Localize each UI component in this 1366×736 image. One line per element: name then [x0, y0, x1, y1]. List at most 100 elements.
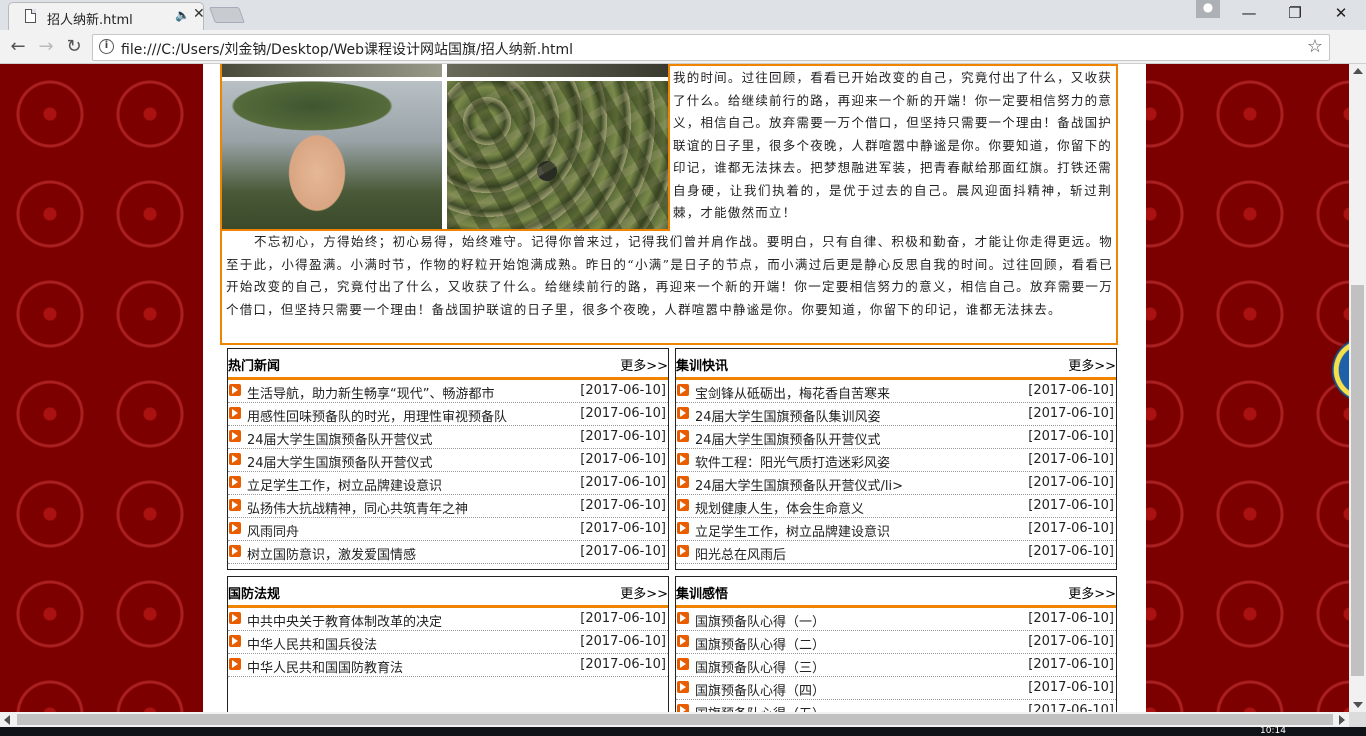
- arrow-bullet-icon: [229, 499, 241, 511]
- info-icon[interactable]: i: [99, 39, 114, 54]
- news-link[interactable]: 规划健康人生，体会生命意义: [695, 498, 864, 517]
- news-link[interactable]: 国旗预备队心得（一）: [695, 611, 825, 630]
- list-item[interactable]: 阳光总在风雨后 [2017-06-10]: [676, 541, 1116, 564]
- news-link[interactable]: 中华人民共和国兵役法: [247, 634, 377, 653]
- scroll-up-icon[interactable]: [1353, 68, 1363, 74]
- news-link[interactable]: 阳光总在风雨后: [695, 544, 786, 563]
- window-close-icon[interactable]: ✕: [1326, 4, 1356, 22]
- scroll-left-icon[interactable]: [4, 715, 10, 725]
- list-item[interactable]: 24届大学生国旗预备队集训风姿 [2017-06-10]: [676, 403, 1116, 426]
- list-item[interactable]: 国旗预备队心得（五） [2017-06-10]: [676, 700, 1116, 712]
- more-link[interactable]: 更多>>: [1068, 355, 1116, 374]
- minimize-icon[interactable]: —: [1234, 4, 1264, 22]
- news-link[interactable]: 24届大学生国旗预备队开营仪式: [247, 452, 433, 471]
- list-item[interactable]: 中共中央关于教育体制改革的决定 [2017-06-10]: [228, 608, 668, 631]
- scroll-right-icon[interactable]: [1339, 715, 1345, 725]
- horizontal-scrollbar[interactable]: [0, 712, 1349, 727]
- arrow-bullet-icon: [229, 658, 241, 670]
- list-item[interactable]: 24届大学生国旗预备队开营仪式 [2017-06-10]: [228, 426, 668, 449]
- list-item[interactable]: 国旗预备队心得（二） [2017-06-10]: [676, 631, 1116, 654]
- news-date: [2017-06-10]: [1028, 406, 1114, 421]
- new-tab-button[interactable]: [209, 7, 245, 23]
- hot-news-box: 热门新闻 更多>> 生活导航，助力新生畅享“现代”、畅游都市 [2017-06-10]…: [227, 348, 669, 570]
- scroll-down-icon[interactable]: [1353, 702, 1363, 708]
- training-thoughts-box: 集训感悟 更多>> 国旗预备队心得（一） [2017-06-10] 国旗预备队心得（二）…: [675, 576, 1117, 712]
- news-date: [2017-06-10]: [580, 521, 666, 536]
- news-link[interactable]: 立足学生工作，树立品牌建设意识: [695, 521, 890, 540]
- news-date: [2017-06-10]: [580, 383, 666, 398]
- page-icon: [25, 9, 36, 23]
- tab-title: 招人纳新.html: [47, 13, 133, 28]
- list-item[interactable]: 国旗预备队心得（三） [2017-06-10]: [676, 654, 1116, 677]
- taskbar: 10:14: [0, 727, 1366, 736]
- news-link[interactable]: 生活导航，助力新生畅享“现代”、畅游都市: [247, 383, 494, 402]
- scrollbar-corner: [1349, 712, 1366, 727]
- news-date: [2017-06-10]: [580, 611, 666, 626]
- forward-icon[interactable]: →: [34, 36, 58, 57]
- reload-icon[interactable]: ↻: [62, 36, 86, 57]
- news-link[interactable]: 树立国防意识，激发爱国情感: [247, 544, 416, 563]
- back-icon[interactable]: ←: [6, 36, 30, 57]
- news-link[interactable]: 24届大学生国旗预备队开营仪式: [247, 429, 433, 448]
- list-item[interactable]: 宝剑锋从砥砺出，梅花香自苦寒来 [2017-06-10]: [676, 380, 1116, 403]
- list-item[interactable]: 立足学生工作，树立品牌建设意识 [2017-06-10]: [228, 472, 668, 495]
- list-item[interactable]: 软件工程：阳光气质打造迷彩风姿 [2017-06-10]: [676, 449, 1116, 472]
- news-link[interactable]: 24届大学生国旗预备队集训风姿: [695, 406, 881, 425]
- list-item[interactable]: 规划健康人生，体会生命意义 [2017-06-10]: [676, 495, 1116, 518]
- more-link[interactable]: 更多>>: [1068, 583, 1116, 602]
- news-link[interactable]: 中共中央关于教育体制改革的决定: [247, 611, 442, 630]
- news-date: [2017-06-10]: [1028, 703, 1114, 712]
- speaker-icon[interactable]: 🔈: [175, 8, 190, 22]
- arrow-bullet-icon: [677, 635, 689, 647]
- news-link[interactable]: 宝剑锋从砥砺出，梅花香自苦寒来: [695, 383, 890, 402]
- horizontal-scroll-thumb[interactable]: [17, 714, 1333, 725]
- news-date: [2017-06-10]: [1028, 634, 1114, 649]
- news-link[interactable]: 国旗预备队心得（三）: [695, 657, 825, 676]
- vertical-scrollbar[interactable]: [1349, 64, 1366, 712]
- news-link[interactable]: 国旗预备队心得（四）: [695, 680, 825, 699]
- list-item[interactable]: 树立国防意识，激发爱国情感 [2017-06-10]: [228, 541, 668, 564]
- box-header: 集训感悟 更多>>: [676, 577, 1116, 608]
- news-link[interactable]: 弘扬伟大抗战精神，同心共筑青年之神: [247, 498, 468, 517]
- news-link[interactable]: 国旗预备队心得（五）: [695, 703, 825, 712]
- vertical-scroll-thumb[interactable]: [1351, 285, 1364, 676]
- list-item[interactable]: 生活导航，助力新生畅享“现代”、畅游都市 [2017-06-10]: [228, 380, 668, 403]
- more-link[interactable]: 更多>>: [620, 355, 668, 374]
- news-link[interactable]: 软件工程：阳光气质打造迷彩风姿: [695, 452, 890, 471]
- list-item[interactable]: 中华人民共和国国防教育法 [2017-06-10]: [228, 654, 668, 677]
- list-item[interactable]: 24届大学生国旗预备队开营仪式/li> [2017-06-10]: [676, 472, 1116, 495]
- close-tab-icon[interactable]: ✕: [193, 6, 205, 22]
- arrow-bullet-icon: [229, 453, 241, 465]
- soldier-portrait-photo: [222, 81, 442, 229]
- news-date: [2017-06-10]: [580, 657, 666, 672]
- list-item[interactable]: 24届大学生国旗预备队开营仪式 [2017-06-10]: [228, 449, 668, 472]
- news-date: [2017-06-10]: [1028, 475, 1114, 490]
- list-item[interactable]: 风雨同舟 [2017-06-10]: [228, 518, 668, 541]
- address-bar[interactable]: i file:///C:/Users/刘金钠/Desktop/Web课程设计网站…: [92, 34, 1330, 61]
- list-item[interactable]: 用感性回味预备队的时光，用理性审视预备队 [2017-06-10]: [228, 403, 668, 426]
- box-title: 热门新闻: [228, 359, 281, 374]
- news-link[interactable]: 用感性回味预备队的时光，用理性审视预备队: [247, 406, 507, 425]
- list-item[interactable]: 国旗预备队心得（一） [2017-06-10]: [676, 608, 1116, 631]
- bookmark-star-icon[interactable]: ☆: [1307, 36, 1323, 57]
- arrow-bullet-icon: [229, 407, 241, 419]
- user-account-icon[interactable]: ●: [1196, 0, 1220, 18]
- news-link[interactable]: 立足学生工作，树立品牌建设意识: [247, 475, 442, 494]
- browser-tab[interactable]: 招人纳新.html 🔈 ✕: [8, 2, 205, 30]
- box-header: 国防法规 更多>>: [228, 577, 668, 608]
- news-link[interactable]: 中华人民共和国国防教育法: [247, 657, 403, 676]
- more-link[interactable]: 更多>>: [620, 583, 668, 602]
- news-link[interactable]: 24届大学生国旗预备队开营仪式/li>: [695, 475, 903, 494]
- url-text[interactable]: file:///C:/Users/刘金钠/Desktop/Web课程设计网站国旗…: [121, 39, 573, 59]
- list-item[interactable]: 24届大学生国旗预备队开营仪式 [2017-06-10]: [676, 426, 1116, 449]
- maximize-icon[interactable]: ❐: [1280, 4, 1310, 22]
- news-link[interactable]: 国旗预备队心得（二）: [695, 634, 825, 653]
- news-link[interactable]: 风雨同舟: [247, 521, 299, 540]
- news-date: [2017-06-10]: [580, 498, 666, 513]
- news-date: [2017-06-10]: [580, 544, 666, 559]
- list-item[interactable]: 中华人民共和国兵役法 [2017-06-10]: [228, 631, 668, 654]
- list-item[interactable]: 弘扬伟大抗战精神，同心共筑青年之神 [2017-06-10]: [228, 495, 668, 518]
- news-link[interactable]: 24届大学生国旗预备队开营仪式: [695, 429, 881, 448]
- list-item[interactable]: 国旗预备队心得（四） [2017-06-10]: [676, 677, 1116, 700]
- list-item[interactable]: 立足学生工作，树立品牌建设意识 [2017-06-10]: [676, 518, 1116, 541]
